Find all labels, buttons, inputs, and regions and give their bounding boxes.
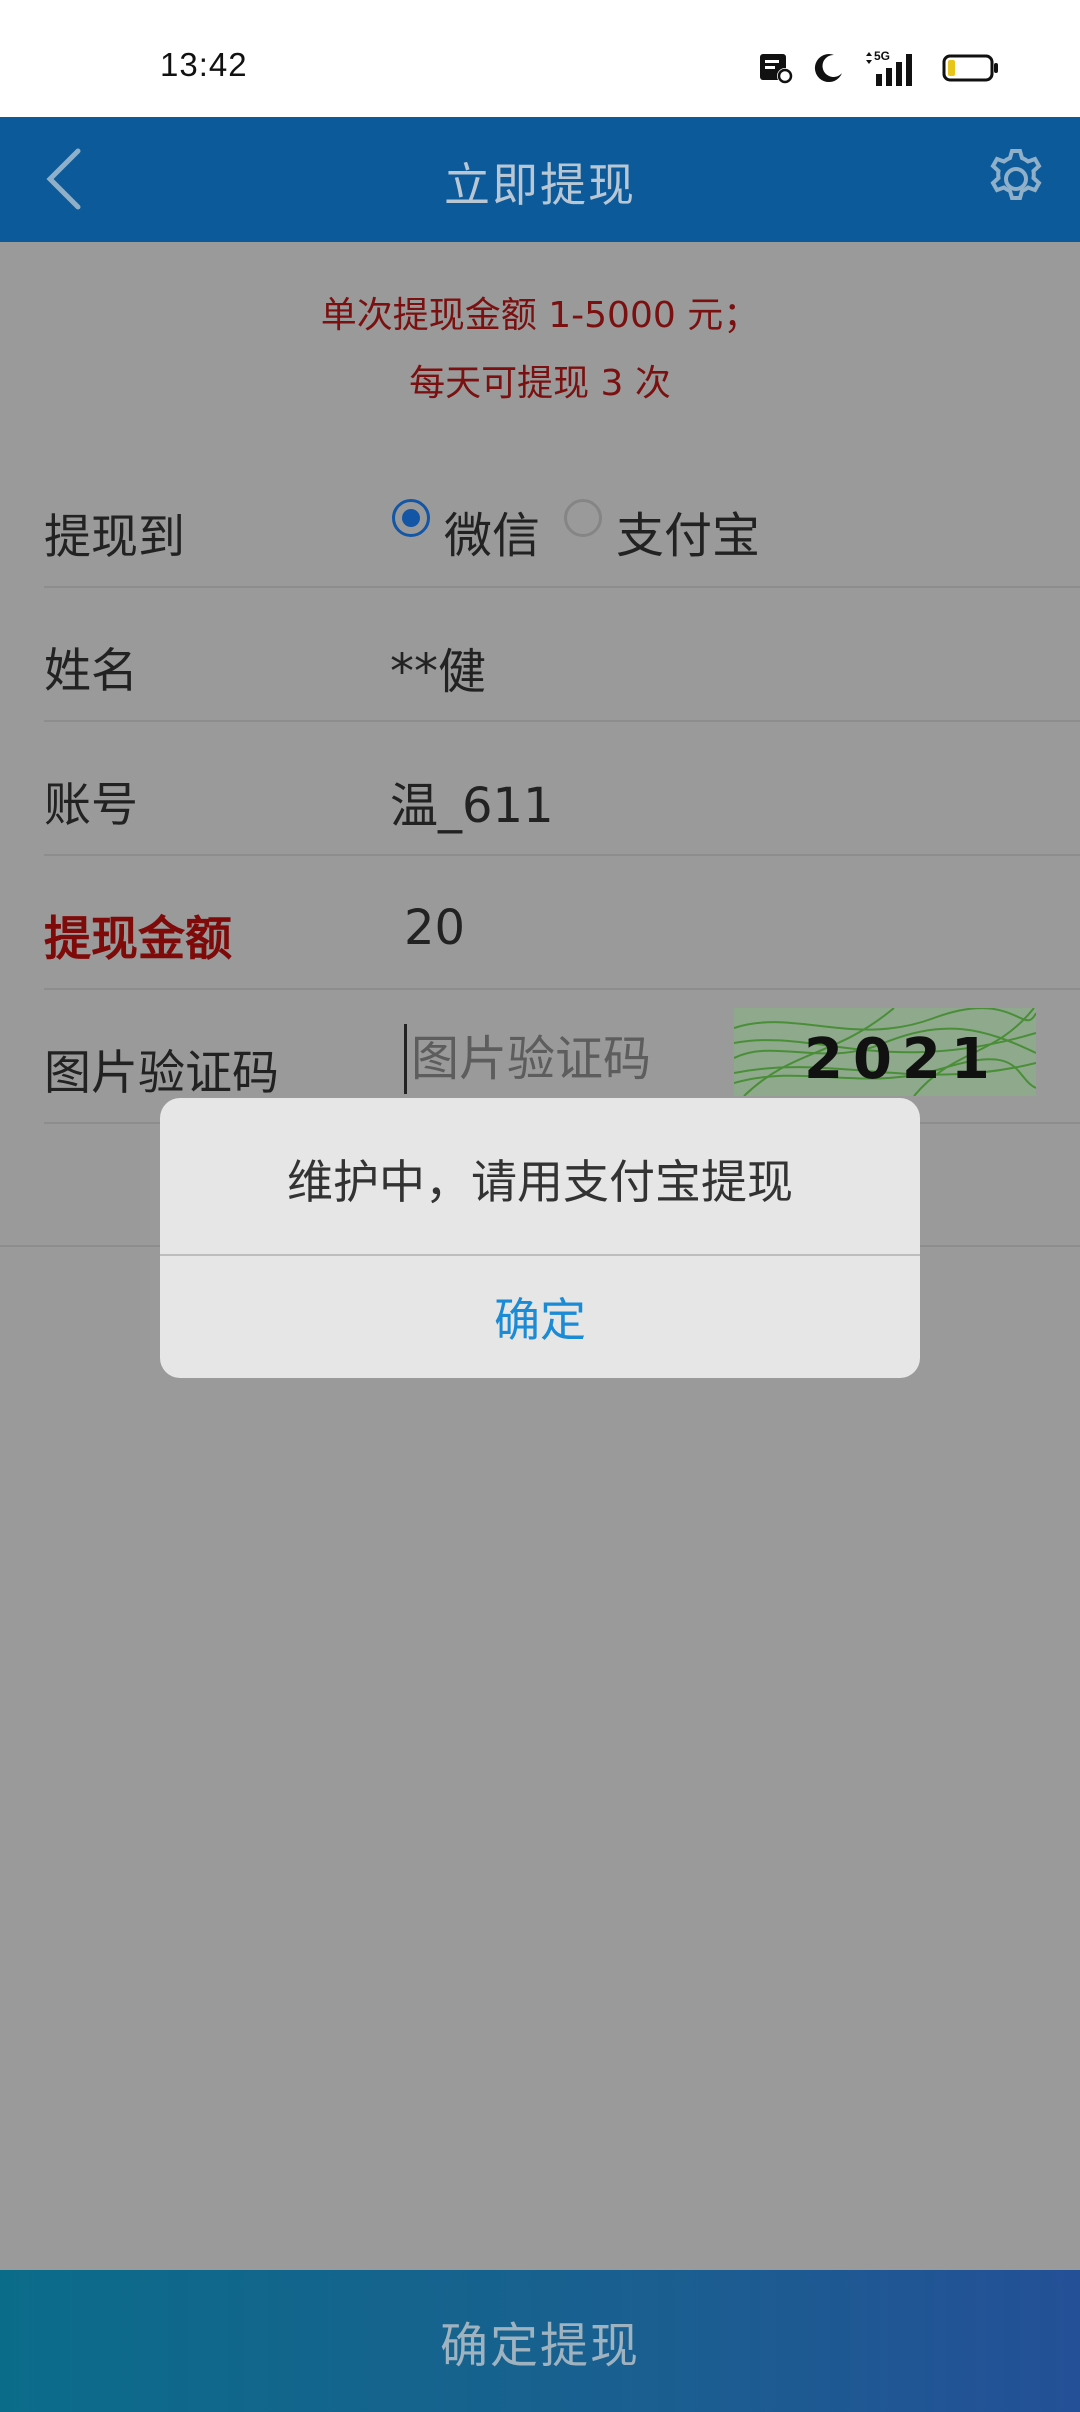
option-wechat-label[interactable]: 微信 <box>444 496 540 566</box>
withdraw-to-label: 提现到 <box>44 510 185 565</box>
amount-label: 提现金额 <box>44 912 232 967</box>
5g-signal-icon: 5G <box>864 48 924 92</box>
notice-line-1: 单次提现金额 1-5000 元； <box>320 295 760 336</box>
dialog-ok-button[interactable]: 确定 <box>160 1256 920 1378</box>
status-bar: 13:42 5G <box>0 0 1080 117</box>
name-row: 姓名 **健 <box>44 586 1080 722</box>
settings-button[interactable] <box>982 145 1050 213</box>
captcha-image[interactable]: 2021 <box>734 1008 1036 1096</box>
account-label: 账号 <box>44 778 138 833</box>
option-alipay-label[interactable]: 支付宝 <box>616 496 760 566</box>
notice-line-2: 每天可提现 3 次 <box>409 363 671 404</box>
name-value: **健 <box>390 644 487 700</box>
battery-icon <box>942 53 1000 87</box>
radio-alipay[interactable] <box>564 499 602 537</box>
account-row: 账号 温_611 <box>44 720 1080 856</box>
captcha-input[interactable] <box>404 1024 711 1094</box>
notification-icon <box>758 50 794 90</box>
amount-input[interactable]: 20 <box>404 900 465 956</box>
alert-dialog: 维护中，请用支付宝提现 确定 <box>160 1098 920 1378</box>
captcha-label: 图片验证码 <box>44 1046 279 1101</box>
gear-icon <box>990 149 1042 200</box>
amount-row: 提现金额 20 <box>44 854 1080 990</box>
dialog-message: 维护中，请用支付宝提现 <box>287 1155 793 1209</box>
captcha-noise: 2021 <box>734 1008 1036 1096</box>
network-label: 5G <box>874 49 890 63</box>
name-label: 姓名 <box>44 644 138 699</box>
moon-icon <box>812 51 846 89</box>
nav-bar: 立即提现 <box>0 117 1080 242</box>
account-value: 温_611 <box>390 778 554 834</box>
captcha-text: 2021 <box>804 1027 1000 1092</box>
submit-withdraw-button[interactable]: 确定提现 <box>0 2270 1080 2412</box>
page-title: 立即提现 <box>444 158 636 212</box>
withdraw-to-row: 提现到 微信 支付宝 <box>44 452 1080 588</box>
status-time: 13:42 <box>160 46 248 83</box>
status-icons: 5G <box>758 48 1000 92</box>
radio-wechat[interactable] <box>392 499 430 537</box>
